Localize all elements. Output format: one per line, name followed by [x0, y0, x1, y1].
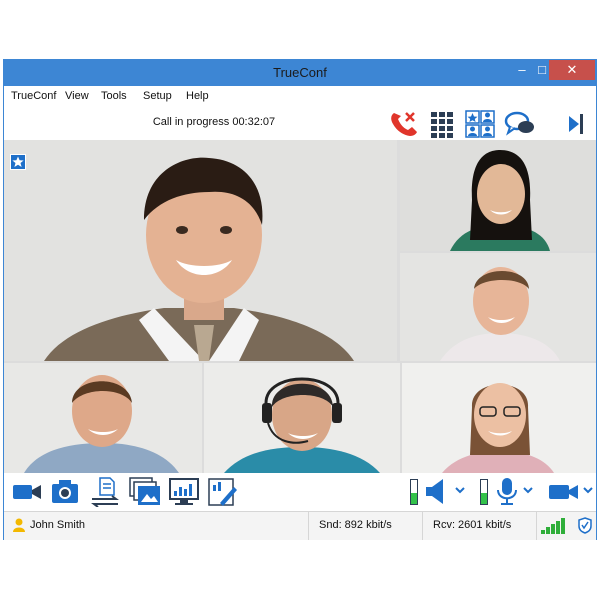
- send-rate-cell: Snd: 892 kbit/s: [309, 512, 423, 540]
- close-button[interactable]: ✕: [549, 60, 595, 80]
- call-status: Call in progress 00:32:07: [152, 116, 276, 128]
- chevron-down-icon[interactable]: [583, 487, 593, 495]
- speaker-level-meter[interactable]: [410, 479, 418, 505]
- main-speaker-video[interactable]: [4, 140, 397, 361]
- chevron-down-icon[interactable]: [455, 487, 465, 495]
- camera-video-icon[interactable]: [12, 477, 42, 505]
- whiteboard-icon[interactable]: [208, 477, 238, 507]
- menu-item-setup[interactable]: Setup: [143, 90, 172, 102]
- signal-bar: [546, 527, 550, 534]
- dialpad-icon[interactable]: [430, 110, 454, 138]
- participant-video[interactable]: [402, 363, 596, 473]
- call-toolbar: Call in progress 00:32:07: [4, 106, 596, 141]
- collapse-panel-icon[interactable]: [565, 110, 585, 138]
- hangup-phone-icon[interactable]: [388, 110, 420, 138]
- shield-icon[interactable]: [578, 517, 592, 534]
- mic-level-meter[interactable]: [480, 479, 488, 505]
- camera-toggle-icon[interactable]: [548, 477, 580, 505]
- signal-bar: [551, 524, 555, 534]
- status-bar: John Smith Snd: 892 kbit/s Rcv: 2601 kbi…: [4, 511, 596, 540]
- speaker-icon[interactable]: [423, 477, 451, 505]
- user-status-cell[interactable]: John Smith: [4, 512, 309, 540]
- video-grid: [4, 140, 596, 473]
- signal-bar: [561, 518, 565, 534]
- menu-item-help[interactable]: Help: [186, 90, 209, 102]
- user-name: John Smith: [30, 519, 86, 531]
- app-window: TrueConf – □ ✕ TrueConf View Tools Setup…: [3, 59, 597, 540]
- screen-share-icon[interactable]: [169, 477, 199, 507]
- chevron-down-icon[interactable]: [523, 487, 533, 495]
- chat-icon[interactable]: [504, 110, 536, 138]
- participant-video[interactable]: [204, 363, 400, 473]
- layout-contacts-icon[interactable]: [465, 110, 495, 138]
- slideshow-icon[interactable]: [129, 477, 161, 507]
- signal-strength-icon: [541, 517, 569, 534]
- microphone-icon[interactable]: [494, 477, 520, 507]
- menu-item-trueconf[interactable]: TrueConf: [11, 90, 56, 102]
- participant-video[interactable]: [400, 140, 596, 251]
- snapshot-camera-icon[interactable]: [50, 477, 80, 505]
- participant-video[interactable]: [400, 253, 596, 361]
- receive-rate: Rcv: 2601 kbit/s: [433, 519, 512, 531]
- mic-level-fill: [481, 493, 487, 504]
- participant-video[interactable]: [4, 363, 202, 473]
- star-icon[interactable]: [10, 154, 26, 170]
- receive-rate-cell: Rcv: 2601 kbit/s: [423, 512, 537, 540]
- media-toolbar: [4, 473, 596, 510]
- file-transfer-icon[interactable]: [90, 477, 120, 507]
- speaker-level-fill: [411, 493, 417, 504]
- menu-item-view[interactable]: View: [65, 90, 89, 102]
- window-title: TrueConf: [273, 65, 327, 80]
- menu-bar: TrueConf View Tools Setup Help: [4, 86, 596, 106]
- menu-item-tools[interactable]: Tools: [101, 90, 127, 102]
- signal-bar: [541, 530, 545, 534]
- connection-cell: [537, 512, 596, 540]
- send-rate: Snd: 892 kbit/s: [319, 519, 392, 531]
- user-icon: [13, 518, 25, 532]
- signal-bar: [556, 521, 560, 534]
- title-bar: TrueConf – □ ✕: [4, 60, 596, 86]
